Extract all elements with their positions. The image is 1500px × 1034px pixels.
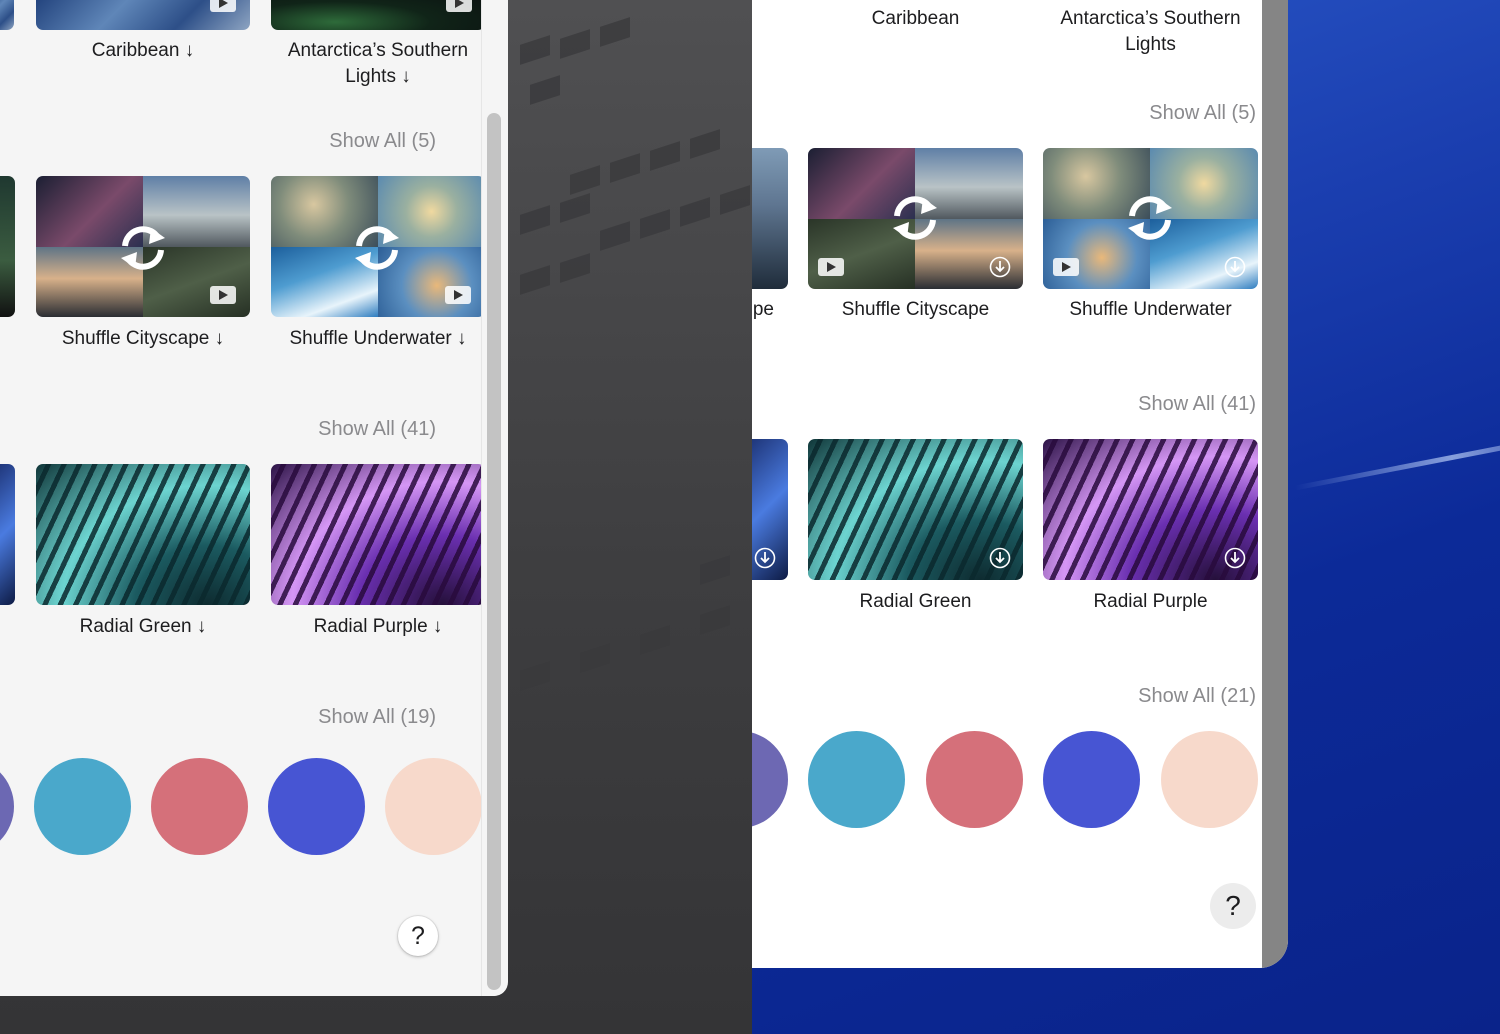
- wallpaper-thumb-partial[interactable]: [752, 148, 788, 289]
- color-swatch-blue[interactable]: [268, 758, 365, 855]
- wallpaper-label-caribbean: Caribbean ↓: [91, 40, 195, 61]
- color-swatch-cyan[interactable]: [808, 731, 905, 828]
- download-icon: [1224, 547, 1246, 569]
- radial-green-label: Radial Green: [859, 591, 972, 612]
- video-icon: [210, 0, 236, 12]
- radial-purple-thumb[interactable]: [1043, 439, 1258, 580]
- color-swatch-purple[interactable]: [0, 758, 14, 855]
- color-swatch-peach[interactable]: [1161, 731, 1258, 828]
- window-edge: [1262, 0, 1288, 968]
- wallpaper-label-antarctica: Antarctica’s Southern Lights ↓: [287, 40, 469, 87]
- video-icon: [446, 0, 472, 12]
- shuffle-icon: [355, 226, 399, 270]
- wallpaper-thumb-partial[interactable]: [0, 464, 15, 605]
- shuffle-underwater-thumb[interactable]: [271, 176, 485, 317]
- shuffle-underwater-thumb[interactable]: [1043, 148, 1258, 289]
- show-all-shuffle-button[interactable]: Show All (5): [329, 130, 436, 153]
- scrollbar-thumb[interactable]: [487, 113, 501, 990]
- wallpaper-label-antarctica: Antarctica’s Southern Lights: [1060, 8, 1241, 55]
- show-all-pictures-button[interactable]: Show All (41): [318, 418, 436, 441]
- show-all-colors-button[interactable]: Show All (21): [1138, 685, 1256, 708]
- shuffle-cityscape-thumb[interactable]: [808, 148, 1023, 289]
- help-button[interactable]: ?: [398, 916, 438, 956]
- video-icon: [1053, 258, 1079, 276]
- wallpaper-thumb-partial[interactable]: [752, 439, 788, 580]
- show-all-pictures-button[interactable]: Show All (41): [1138, 393, 1256, 416]
- color-swatch-peach[interactable]: [385, 758, 482, 855]
- wallpaper-label-caribbean: Caribbean: [871, 8, 960, 29]
- radial-purple-label: Radial Purple: [1093, 591, 1208, 612]
- wallpaper-settings-panel-right: Caribbean Antarctica’s Southern Lights S…: [752, 0, 1288, 968]
- shuffle-cityscape-label: Shuffle Cityscape ↓: [61, 328, 225, 349]
- shuffle-cityscape-thumb[interactable]: [36, 176, 250, 317]
- color-swatch-cyan[interactable]: [34, 758, 131, 855]
- shuffle-underwater-label: Shuffle Underwater ↓: [289, 328, 467, 349]
- wallpaper-thumb-partial[interactable]: [0, 0, 14, 30]
- radial-purple-label: Radial Purple ↓: [313, 616, 443, 637]
- color-swatch-blue[interactable]: [1043, 731, 1140, 828]
- shuffle-icon: [893, 196, 937, 240]
- download-icon: [989, 547, 1011, 569]
- color-swatch-purple[interactable]: [752, 731, 788, 828]
- shuffle-cityscape-label: Shuffle Cityscape: [841, 299, 990, 320]
- wallpaper-settings-panel-left: Caribbean ↓ Antarctica’s Southern Lights…: [0, 0, 508, 996]
- radial-green-label: Radial Green ↓: [79, 616, 207, 637]
- radial-green-thumb[interactable]: [808, 439, 1023, 580]
- shuffle-icon: [1128, 196, 1172, 240]
- color-swatch-rose[interactable]: [151, 758, 248, 855]
- download-icon: [989, 256, 1011, 278]
- radial-green-thumb[interactable]: [36, 464, 250, 605]
- wallpaper-thumb-partial[interactable]: [0, 176, 15, 317]
- video-icon: [445, 286, 471, 304]
- download-icon: [1224, 256, 1246, 278]
- shuffle-icon: [121, 226, 165, 270]
- video-icon: [210, 286, 236, 304]
- shuffle-underwater-label: Shuffle Underwater: [1069, 299, 1232, 320]
- show-all-colors-button[interactable]: Show All (19): [318, 706, 436, 729]
- help-button[interactable]: ?: [1210, 883, 1256, 929]
- video-icon: [818, 258, 844, 276]
- radial-purple-thumb[interactable]: [271, 464, 485, 605]
- download-icon: [754, 547, 776, 569]
- color-swatch-rose[interactable]: [926, 731, 1023, 828]
- show-all-shuffle-button[interactable]: Show All (5): [1149, 102, 1256, 125]
- wallpaper-label-partial: pe: [752, 299, 774, 320]
